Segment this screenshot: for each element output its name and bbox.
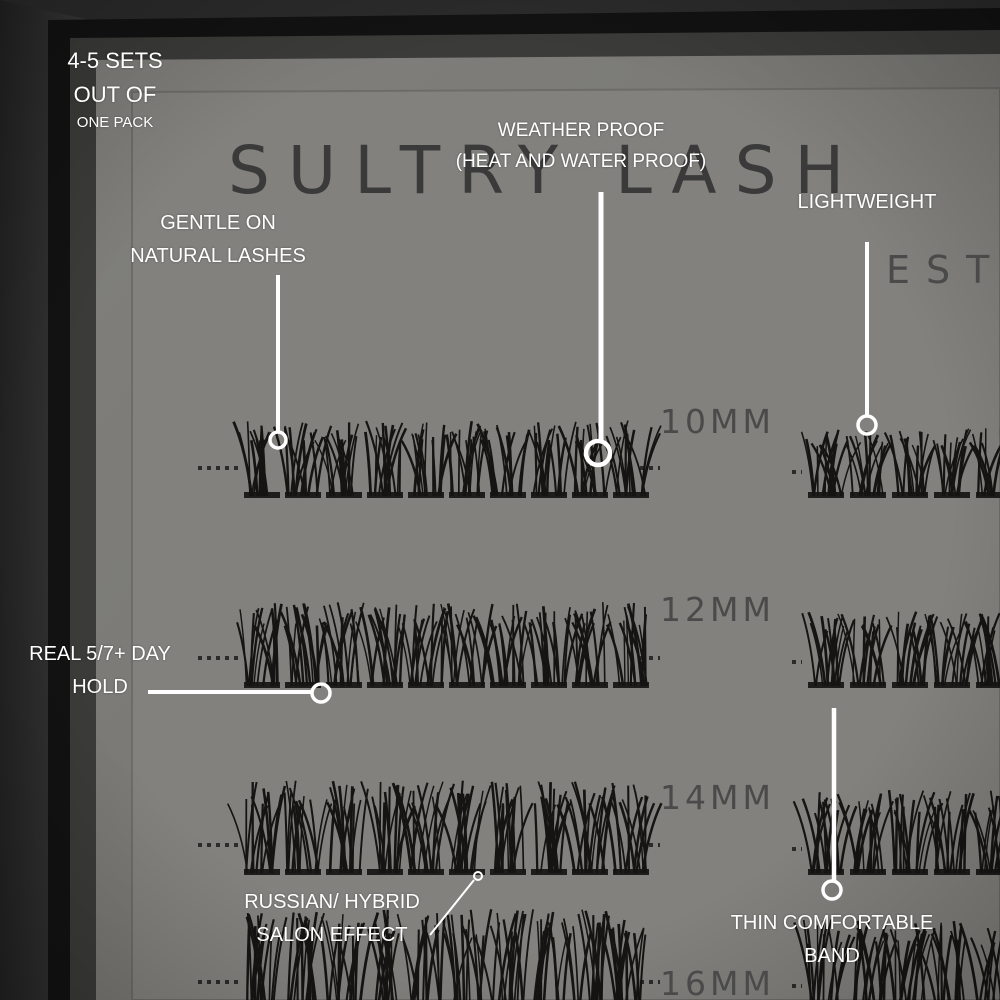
gentle-line2: NATURAL LASHES bbox=[130, 245, 306, 267]
length-label-10mm: 10MM bbox=[660, 402, 775, 441]
brand-subtitle: EST bbox=[886, 248, 1000, 292]
russian-callout: RUSSIAN/ HYBRID SALON EFFECT bbox=[222, 886, 442, 952]
band-line1: THIN COMFORTABLE bbox=[730, 912, 934, 934]
hold-callout: REAL 5/7+ DAY HOLD bbox=[10, 638, 190, 704]
gentle-callout: GENTLE ON NATURAL LASHES bbox=[118, 207, 318, 273]
sets-line1: 4-5 SETS bbox=[67, 48, 163, 73]
sets-callout: 4-5 SETS OUT OF ONE PACK bbox=[40, 44, 190, 134]
hold-line1: REAL 5/7+ DAY bbox=[29, 643, 171, 665]
length-label-14mm: 14MM bbox=[660, 778, 775, 817]
gentle-line1: GENTLE ON bbox=[160, 212, 276, 234]
sets-line3: ONE PACK bbox=[76, 114, 154, 131]
band-line2: BAND bbox=[804, 945, 860, 967]
band-callout: THIN COMFORTABLE BAND bbox=[722, 907, 942, 973]
product-photo: SULTRY LASH EST 10MM 12MM 14MM 16MM 4-5 … bbox=[0, 0, 1000, 1000]
length-label-12mm: 12MM bbox=[660, 590, 775, 629]
weather-callout: WEATHER PROOF (HEAT AND WATER PROOF) bbox=[452, 115, 710, 177]
lightweight-line1: LIGHTWEIGHT bbox=[797, 191, 937, 213]
lightweight-callout: LIGHTWEIGHT bbox=[782, 186, 952, 219]
weather-line2: (HEAT AND WATER PROOF) bbox=[455, 151, 707, 172]
russian-line1: RUSSIAN/ HYBRID bbox=[244, 891, 420, 913]
russian-line2: SALON EFFECT bbox=[256, 924, 408, 946]
weather-line1: WEATHER PROOF bbox=[497, 120, 665, 141]
hold-line2: HOLD bbox=[72, 676, 128, 698]
sets-line2: OUT OF bbox=[73, 82, 157, 107]
